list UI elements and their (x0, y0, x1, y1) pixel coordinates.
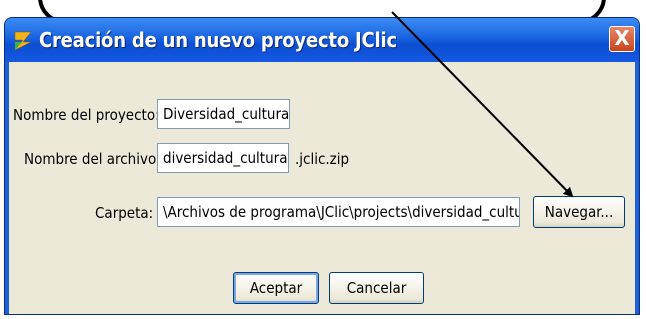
annotation-arrow (391, 11, 574, 198)
